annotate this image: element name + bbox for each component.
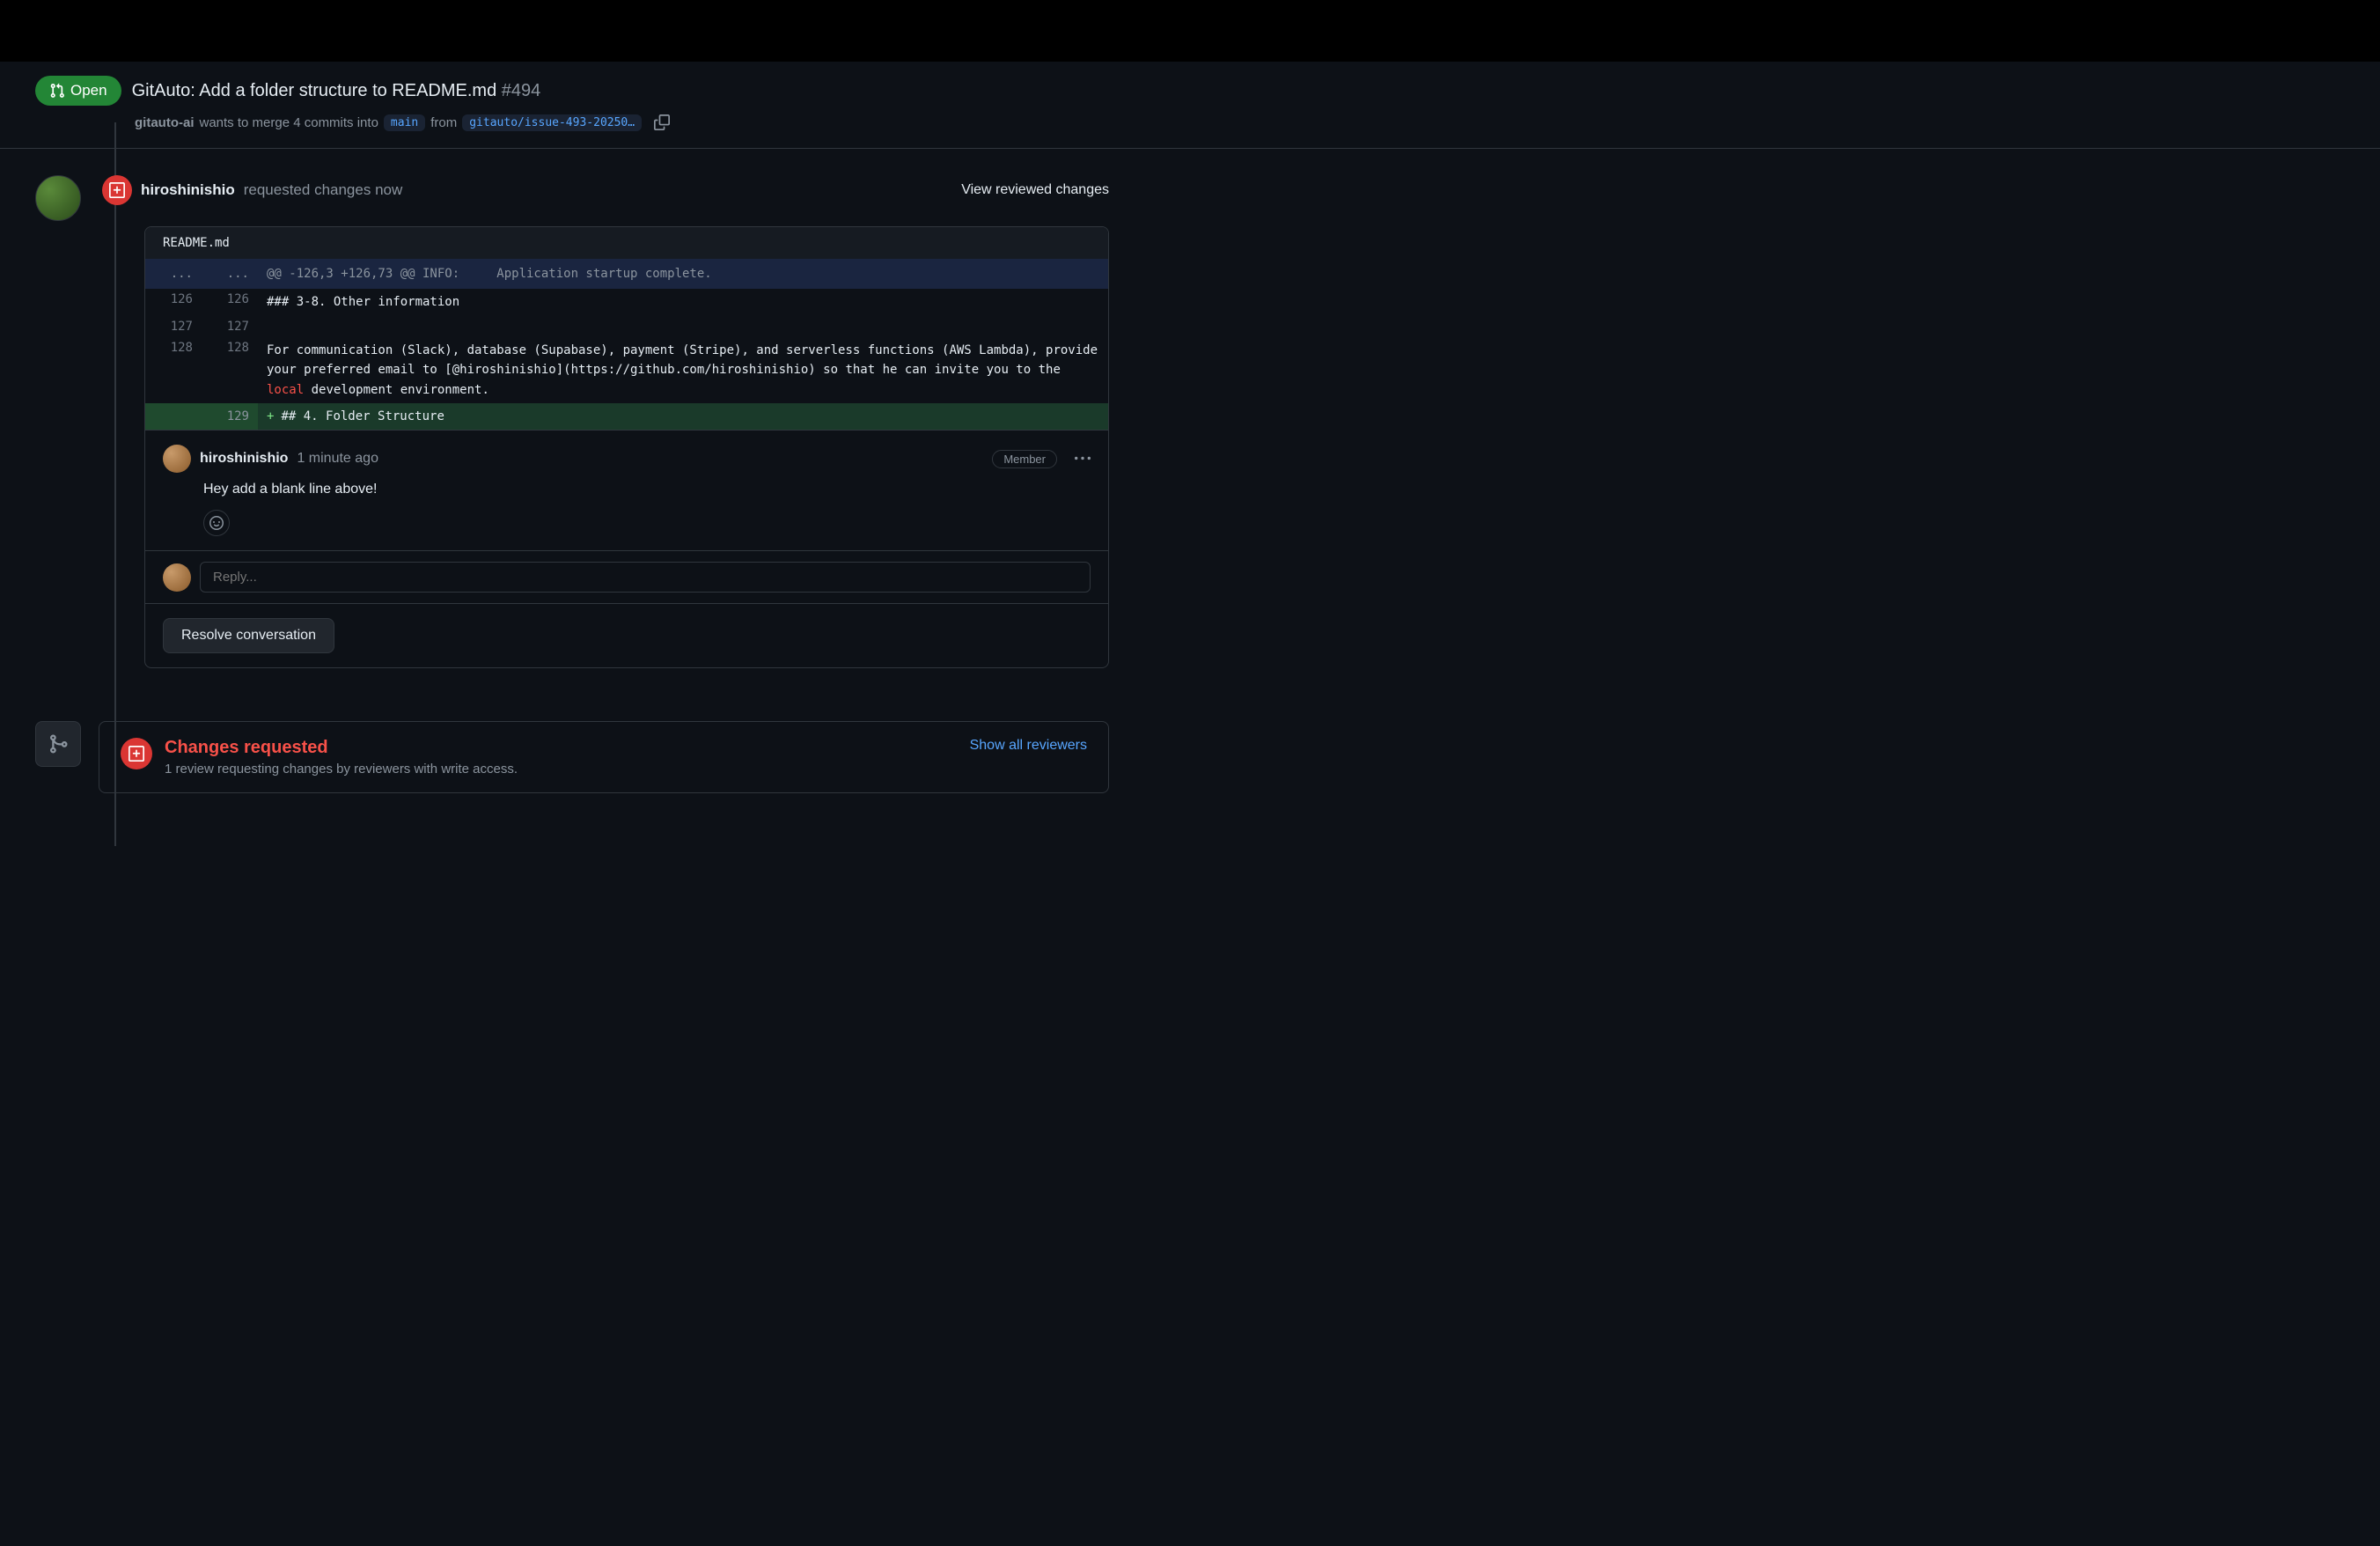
timeline: hiroshinishio requested changes now View… [0, 149, 1144, 820]
review-timeline-item: hiroshinishio requested changes now View… [35, 175, 1109, 668]
header-top-row: Open GitAuto: Add a folder structure to … [35, 76, 2345, 106]
comment-body-text: Hey add a blank line above! [163, 482, 1091, 497]
merge-status-text-col: Changes requested 1 review requesting ch… [165, 738, 518, 777]
git-merge-icon [48, 733, 69, 755]
diff-hunk-header-row: ... ... @@ -126,3 +126,73 @@ INFO: Appli… [145, 259, 1108, 289]
diff-table: ... ... @@ -126,3 +126,73 @@ INFO: Appli… [145, 259, 1108, 430]
pr-header: Open GitAuto: Add a folder structure to … [0, 62, 2380, 149]
diff-text-highlight: local [267, 383, 304, 397]
smiley-icon [209, 516, 224, 530]
merge-status-section: Changes requested 1 review requesting ch… [35, 721, 1109, 793]
merge-text-2: from [430, 115, 457, 130]
file-diff-icon [109, 182, 125, 198]
header-subtitle: gitauto-ai wants to merge 4 commits into… [35, 111, 2345, 134]
review-header: hiroshinishio requested changes now View… [102, 175, 1109, 205]
lineno-new: 127 [202, 316, 258, 337]
comment-author-avatar[interactable] [163, 445, 191, 473]
copy-branch-button[interactable] [650, 111, 673, 134]
lineno-old: 128 [145, 337, 202, 403]
resolve-conversation-button[interactable]: Resolve conversation [163, 618, 334, 653]
diff-line-code: ### 3-8. Other information [258, 289, 1108, 315]
merge-status-title: Changes requested [165, 738, 518, 758]
git-pull-request-icon [49, 83, 65, 99]
merge-icon-box [35, 721, 81, 767]
merge-status-icon [121, 738, 152, 769]
merge-status-subtitle: 1 review requesting changes by reviewers… [165, 762, 518, 777]
diff-line-code: For communication (Slack), database (Sup… [258, 337, 1108, 403]
show-all-reviewers-link[interactable]: Show all reviewers [970, 738, 1087, 754]
diff-line-code [258, 316, 1108, 337]
reply-input[interactable] [200, 562, 1091, 593]
diff-context-row: 127 127 [145, 316, 1108, 337]
copy-icon [654, 114, 670, 130]
pr-title-text: GitAuto: Add a folder structure to READM… [132, 81, 497, 100]
expand-hunk-left[interactable]: ... [145, 259, 202, 289]
review-content: hiroshinishio requested changes now View… [102, 175, 1109, 668]
addition-marker: + [267, 409, 281, 423]
lineno-new: 126 [202, 289, 258, 315]
file-diff-icon [129, 746, 144, 762]
hunk-header-text: @@ -126,3 +126,73 @@ INFO: Application s… [258, 259, 1108, 289]
expand-hunk-right[interactable]: ... [202, 259, 258, 289]
review-action-text: requested changes now [244, 181, 403, 199]
pr-number: #494 [502, 81, 541, 100]
pr-state-text: Open [70, 82, 107, 99]
kebab-horizontal-icon [1075, 451, 1091, 467]
pr-author-link[interactable]: gitauto-ai [135, 115, 195, 130]
member-badge: Member [992, 450, 1057, 468]
addition-text: ## 4. Folder Structure [281, 409, 444, 423]
head-branch-label[interactable]: gitauto/issue-493-20250… [462, 114, 642, 131]
view-reviewed-changes-link[interactable]: View reviewed changes [961, 182, 1109, 198]
diff-text-part3: development environment. [304, 383, 489, 397]
comment-author-link[interactable]: hiroshinishio [200, 451, 288, 467]
reviewer-avatar[interactable] [35, 175, 81, 221]
diff-context-row: 128 128 For communication (Slack), datab… [145, 337, 1108, 403]
diff-file-name[interactable]: README.md [145, 227, 1108, 259]
lineno-old-empty [145, 403, 202, 430]
diff-context-row: 126 126 ### 3-8. Other information [145, 289, 1108, 315]
review-author-link[interactable]: hiroshinishio [141, 181, 235, 199]
comment-actions-menu[interactable] [1075, 451, 1091, 467]
lineno-old: 127 [145, 316, 202, 337]
browser-chrome-black [0, 0, 2380, 62]
pr-state-badge: Open [35, 76, 121, 106]
comment-timestamp[interactable]: 1 minute ago [297, 451, 378, 467]
lineno-new: 129 [202, 403, 258, 430]
review-comment: hiroshinishio 1 minute ago Member Hey ad… [145, 430, 1108, 550]
diff-line-code: +## 4. Folder Structure [258, 403, 1108, 430]
diff-addition-row: 129 +## 4. Folder Structure [145, 403, 1108, 430]
pr-title: GitAuto: Add a folder structure to READM… [132, 81, 541, 101]
merge-header-row: Changes requested 1 review requesting ch… [121, 738, 1087, 777]
lineno-new: 128 [202, 337, 258, 403]
merge-text-1: wants to merge 4 commits into [200, 115, 378, 130]
base-branch-label[interactable]: main [384, 114, 425, 131]
diff-text-part1: For communication (Slack), database (Sup… [267, 343, 1105, 377]
resolve-row: Resolve conversation [145, 603, 1108, 667]
add-reaction-button[interactable] [203, 510, 230, 536]
comment-header: hiroshinishio 1 minute ago Member [163, 445, 1091, 473]
lineno-old: 126 [145, 289, 202, 315]
review-file-box: README.md ... ... @@ -126,3 +126,73 @@ I… [144, 226, 1109, 668]
reply-row [145, 550, 1108, 603]
changes-requested-icon-badge [102, 175, 132, 205]
current-user-avatar[interactable] [163, 563, 191, 592]
merge-status-box: Changes requested 1 review requesting ch… [99, 721, 1109, 793]
